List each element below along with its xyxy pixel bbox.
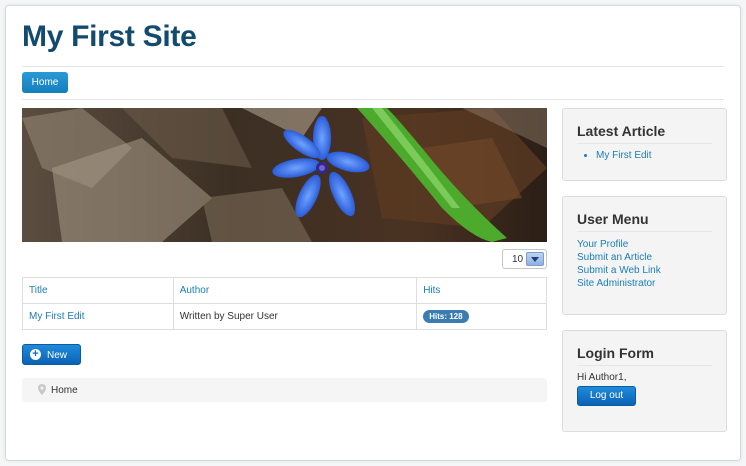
article-table: Title Author Hits My First Edit Written …: [22, 277, 547, 330]
user-menu-heading: User Menu: [577, 211, 712, 232]
page-container: My First Site Home 10 Title Author Hits …: [5, 5, 741, 461]
login-form-module: Login Form Hi Author1, Log out: [562, 330, 727, 432]
column-header-author[interactable]: Author: [172, 277, 418, 304]
user-menu-your-profile[interactable]: Your Profile: [577, 238, 712, 251]
article-title-link[interactable]: My First Edit: [29, 311, 85, 322]
new-button-label: New: [47, 350, 68, 361]
latest-article-heading: Latest Article: [577, 123, 712, 144]
latest-article-link[interactable]: My First Edit: [596, 150, 726, 161]
login-greeting: Hi Author1,: [577, 372, 627, 383]
column-header-title[interactable]: Title: [22, 277, 174, 304]
logout-button[interactable]: Log out: [577, 386, 636, 406]
user-menu-submit-article[interactable]: Submit an Article: [577, 251, 712, 264]
user-menu-site-administrator[interactable]: Site Administrator: [577, 277, 712, 290]
table-row: My First Edit Written by Super User Hits…: [22, 303, 547, 330]
login-form-heading: Login Form: [577, 345, 712, 366]
nav-home-button[interactable]: Home: [22, 72, 68, 93]
banner-image: [22, 108, 547, 242]
location-pin-icon: [38, 384, 46, 395]
latest-article-module: Latest Article My First Edit: [562, 108, 727, 181]
article-title-cell: My First Edit: [22, 303, 174, 330]
hits-badge: Hits: 128: [423, 310, 469, 323]
new-article-button[interactable]: + New: [22, 344, 81, 365]
breadcrumb-home: Home: [51, 385, 78, 396]
flower-photo: [22, 108, 547, 242]
user-menu-module: User Menu Your Profile Submit an Article…: [562, 196, 727, 315]
list-limit-value: 10: [512, 254, 524, 265]
header-divider: [22, 66, 724, 67]
table-header-row: Title Author Hits: [22, 277, 547, 304]
list-limit-select[interactable]: 10: [502, 249, 547, 269]
article-author-cell: Written by Super User: [172, 303, 418, 330]
nav-divider: [22, 99, 724, 100]
site-title[interactable]: My First Site: [22, 20, 197, 54]
article-hits-cell: Hits: 128: [416, 303, 547, 330]
column-header-hits[interactable]: Hits: [416, 277, 547, 304]
user-menu-links: Your Profile Submit an Article Submit a …: [577, 238, 712, 290]
user-menu-submit-web-link[interactable]: Submit a Web Link: [577, 264, 712, 277]
chevron-down-icon[interactable]: [526, 252, 544, 266]
breadcrumb: Home: [22, 378, 547, 402]
plus-circle-icon: +: [30, 349, 41, 360]
latest-article-list: My First Edit: [596, 150, 726, 161]
